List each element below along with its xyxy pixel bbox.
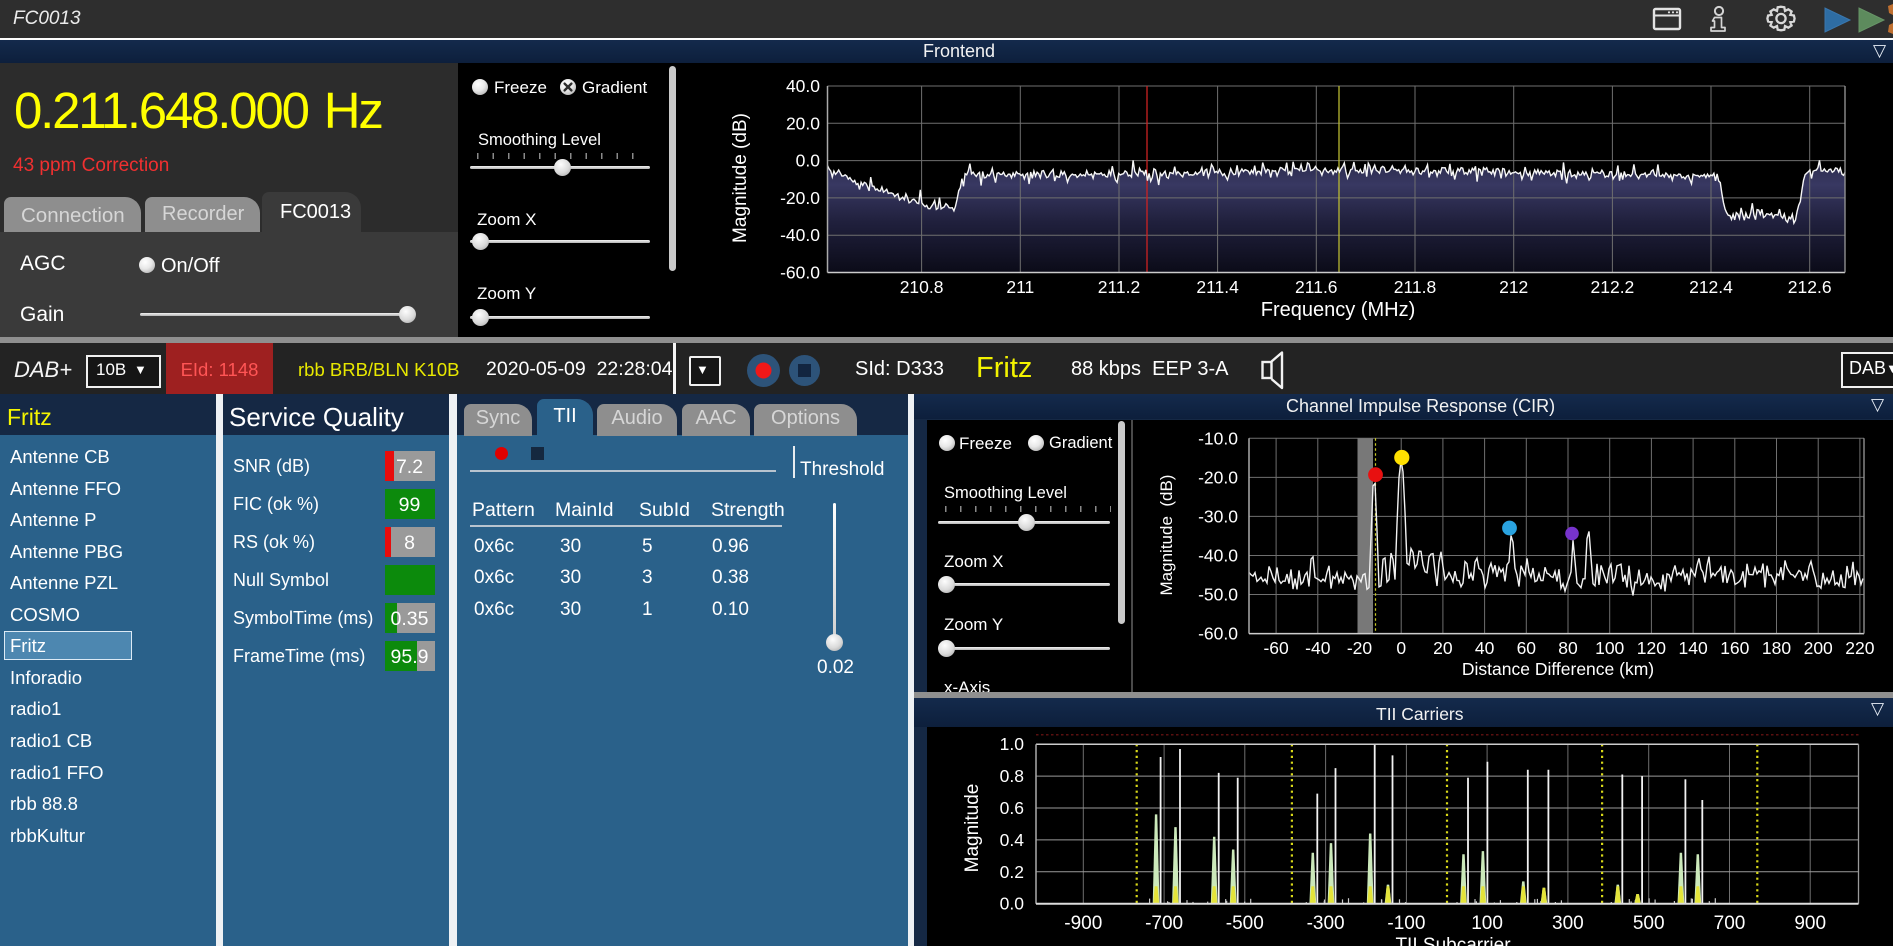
svg-text:0.4: 0.4 [1000, 830, 1025, 850]
svg-text:100: 100 [1471, 913, 1503, 934]
svg-text:0.6: 0.6 [1000, 798, 1024, 818]
svg-text:40.0: 40.0 [786, 76, 820, 96]
svg-text:211.2: 211.2 [1098, 277, 1141, 297]
svg-text:-700: -700 [1145, 913, 1183, 934]
svg-text:Frequency (MHz): Frequency (MHz) [1261, 299, 1415, 321]
svg-text:211.4: 211.4 [1196, 277, 1239, 297]
svg-text:0.0: 0.0 [1000, 894, 1025, 914]
svg-text:Distance Difference (km): Distance Difference (km) [1462, 659, 1654, 679]
svg-text:100: 100 [1595, 638, 1624, 658]
svg-text:-60.0: -60.0 [780, 263, 820, 283]
svg-text:0: 0 [1396, 638, 1406, 658]
svg-text:Magnitude (dB): Magnitude (dB) [730, 113, 751, 243]
svg-text:900: 900 [1794, 913, 1826, 934]
svg-text:212.2: 212.2 [1591, 277, 1635, 297]
svg-text:210.8: 210.8 [900, 277, 944, 297]
svg-text:140: 140 [1678, 638, 1707, 658]
svg-text:220: 220 [1845, 638, 1874, 658]
svg-text:500: 500 [1633, 913, 1665, 934]
svg-text:200: 200 [1804, 638, 1833, 658]
svg-text:20: 20 [1433, 638, 1453, 658]
svg-text:0.0: 0.0 [796, 151, 821, 171]
svg-text:120: 120 [1637, 638, 1666, 658]
svg-text:80: 80 [1558, 638, 1578, 658]
svg-text:212: 212 [1499, 277, 1528, 297]
svg-text:-20: -20 [1347, 638, 1373, 658]
svg-text:-40.0: -40.0 [780, 225, 820, 245]
svg-text:Magnitude (dB): Magnitude (dB) [1157, 475, 1176, 596]
svg-text:211.6: 211.6 [1295, 277, 1338, 297]
svg-text:700: 700 [1714, 913, 1746, 934]
svg-text:40: 40 [1475, 638, 1495, 658]
svg-text:160: 160 [1720, 638, 1749, 658]
svg-text:Magnitude: Magnitude [962, 784, 983, 873]
svg-text:60: 60 [1517, 638, 1537, 658]
svg-text:0.8: 0.8 [1000, 766, 1024, 786]
svg-text:-50.0: -50.0 [1198, 585, 1238, 605]
svg-text:-900: -900 [1064, 913, 1102, 934]
svg-text:-100: -100 [1387, 913, 1425, 934]
svg-text:-500: -500 [1226, 913, 1264, 934]
svg-text:-300: -300 [1307, 913, 1345, 934]
svg-text:211.8: 211.8 [1394, 277, 1437, 297]
svg-text:-60.0: -60.0 [1198, 624, 1238, 644]
svg-text:TII Subcarrier: TII Subcarrier [1395, 935, 1511, 946]
svg-text:212.6: 212.6 [1788, 277, 1832, 297]
svg-text:-20.0: -20.0 [1198, 467, 1238, 487]
svg-text:-10.0: -10.0 [1198, 428, 1238, 448]
svg-text:1.0: 1.0 [1000, 734, 1025, 754]
svg-text:-40.0: -40.0 [1198, 546, 1238, 566]
svg-text:-30.0: -30.0 [1198, 506, 1238, 526]
svg-text:-40: -40 [1305, 638, 1331, 658]
svg-text:0.2: 0.2 [1000, 862, 1024, 882]
svg-text:20.0: 20.0 [786, 113, 820, 133]
svg-text:300: 300 [1552, 913, 1584, 934]
svg-text:211: 211 [1006, 277, 1034, 297]
svg-text:180: 180 [1762, 638, 1791, 658]
svg-text:-60: -60 [1263, 638, 1289, 658]
svg-text:212.4: 212.4 [1689, 277, 1733, 297]
svg-text:-20.0: -20.0 [780, 188, 820, 208]
